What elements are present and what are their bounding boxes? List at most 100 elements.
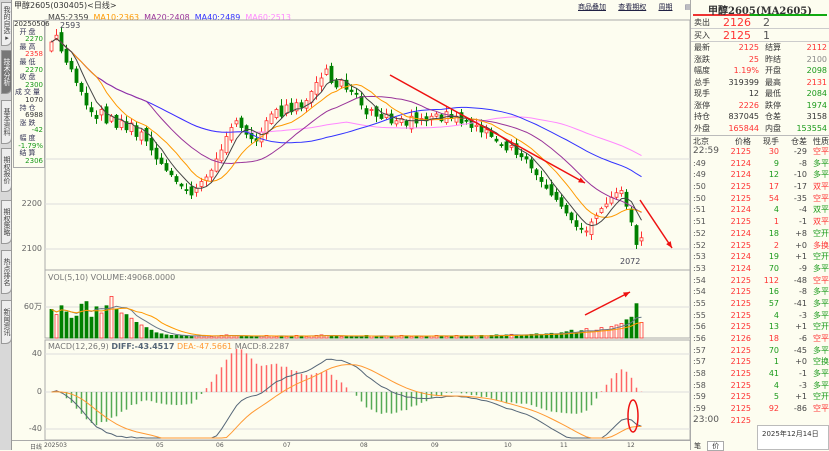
volume-bar [614, 324, 619, 339]
candle-up [639, 237, 644, 242]
bid-price: 2125 [723, 28, 751, 42]
stat-row: 现手 12 最低 2084 [691, 88, 829, 100]
trade-time: :54 [693, 287, 706, 297]
trade-time: :52 [693, 228, 706, 238]
candle-down [529, 159, 534, 169]
trade-time: :57 [693, 345, 706, 355]
candle-down [404, 120, 409, 126]
trade-nature: 空开 [813, 228, 829, 238]
trade-oi-change: -17 [793, 182, 807, 192]
stat-label: 开盘 [765, 66, 781, 75]
trade-row: :53 2124 70 -9 多平 [691, 263, 829, 275]
ask-label: 卖出 [694, 17, 710, 27]
trade-nature: 空开 [813, 322, 829, 332]
candle-up [119, 120, 124, 128]
volume-bar [164, 334, 169, 339]
stat-value: 3158 [806, 112, 827, 121]
candle-up [274, 109, 279, 118]
stat-value: 2226 [738, 100, 759, 110]
candle-up [269, 113, 274, 124]
trade-row: :55 2125 57 -41 多平 [691, 298, 829, 310]
volume-bar [159, 333, 164, 339]
trade-row: :54 2125 112 -48 空平 [691, 275, 829, 287]
volume-bar [374, 336, 379, 339]
trade-row: :54 2125 16 -8 多平 [691, 286, 829, 298]
trade-nature: 空开 [813, 252, 829, 262]
candle-down [84, 92, 89, 106]
trade-price: 2125 [730, 310, 751, 320]
trade-header-cell: 现手 [763, 137, 779, 146]
trade-header-cell: 仓差 [791, 137, 807, 146]
volume-bar [89, 316, 94, 339]
trade-price: 2125 [730, 322, 751, 332]
trade-time: :54 [693, 275, 706, 285]
tab-ticks[interactable]: 笔 [690, 442, 705, 450]
trade-nature: 空平 [813, 275, 829, 285]
price-axis-label: 2100 [21, 244, 42, 253]
trade-volume: 2 [773, 240, 779, 250]
stat-value: 2112 [806, 43, 827, 52]
trade-time: :52 [693, 240, 706, 250]
stat-label: 昨结 [765, 54, 781, 64]
trade-volume: 41 [768, 369, 779, 379]
candle-down [579, 227, 584, 230]
trade-volume: 112 [763, 275, 779, 285]
trade-time: :59 [693, 404, 706, 414]
volume-bar [334, 335, 339, 339]
trade-price: 2125 [730, 275, 751, 285]
trade-nature: 多平 [813, 158, 829, 168]
candle-up [509, 145, 514, 148]
volume-bar [184, 335, 189, 339]
trade-nature: 空平 [813, 147, 829, 156]
trade-oi-change: -35 [793, 193, 807, 203]
kline-chart[interactable] [0, 0, 690, 450]
time-axis-label: 07 [283, 442, 291, 449]
volume-bar [49, 308, 54, 339]
trade-list[interactable]: 22:59 2125 30 -29 空平:49 2124 9 -8 多平:49 2124 12 -10… [691, 146, 829, 427]
stat-row: 幅度 1.19% 开盘 2098 [691, 65, 829, 77]
ask-row: 卖出 2126 2 [691, 16, 829, 29]
price-axis-label: 2200 [21, 199, 42, 208]
trade-row: :58 2125 41 -1 多平 [691, 368, 829, 380]
pane-frame [44, 339, 690, 441]
volume-bar [94, 306, 99, 339]
macd-value: MACD:8.2287 [234, 342, 290, 351]
trade-price: 2125 [730, 182, 751, 192]
trade-row: :49 2124 12 -10 多平 [691, 169, 829, 181]
stat-label: 涨停 [694, 100, 710, 110]
candle-down [629, 208, 634, 223]
trade-volume: 12 [768, 170, 779, 180]
candle-down [69, 60, 74, 70]
candle-down [544, 184, 549, 189]
macd-axis-label: 0 [36, 387, 42, 396]
trade-volume: 57 [768, 298, 779, 308]
trade-oi-change: -3 [799, 380, 807, 390]
candle-up [54, 34, 59, 39]
trade-volume: 19 [768, 252, 779, 262]
candle-down [539, 177, 544, 182]
trade-volume: 4 [773, 380, 779, 390]
candle-up [434, 113, 439, 117]
time-axis-label: 11 [560, 442, 568, 449]
candle-down [174, 176, 179, 182]
volume-bar [169, 334, 174, 339]
bid-row: 买入 2125 1 [691, 29, 829, 42]
candle-down [149, 137, 154, 151]
stat-value: 2100 [806, 54, 827, 64]
volume-bar [274, 336, 279, 339]
time-axis-label: 05 [156, 442, 164, 449]
high-price-label: 2593 [60, 21, 81, 30]
trade-row: :52 2124 18 +8 空开 [691, 228, 829, 240]
stat-row: 外盘 165844 内盘 153554 [691, 123, 829, 135]
candle-down [554, 191, 559, 200]
trade-time: :50 [693, 193, 706, 203]
candle-down [144, 127, 149, 142]
stat-value: 12 [748, 89, 759, 98]
trade-time: :51 [693, 217, 706, 227]
stat-row: 持仓 837045 仓差 3158 [691, 111, 829, 123]
stat-value: 2084 [806, 89, 827, 98]
candle-down [279, 105, 284, 117]
stat-label: 内盘 [765, 123, 781, 133]
trade-time: 22:59 [693, 146, 719, 156]
candle-down [574, 220, 579, 227]
